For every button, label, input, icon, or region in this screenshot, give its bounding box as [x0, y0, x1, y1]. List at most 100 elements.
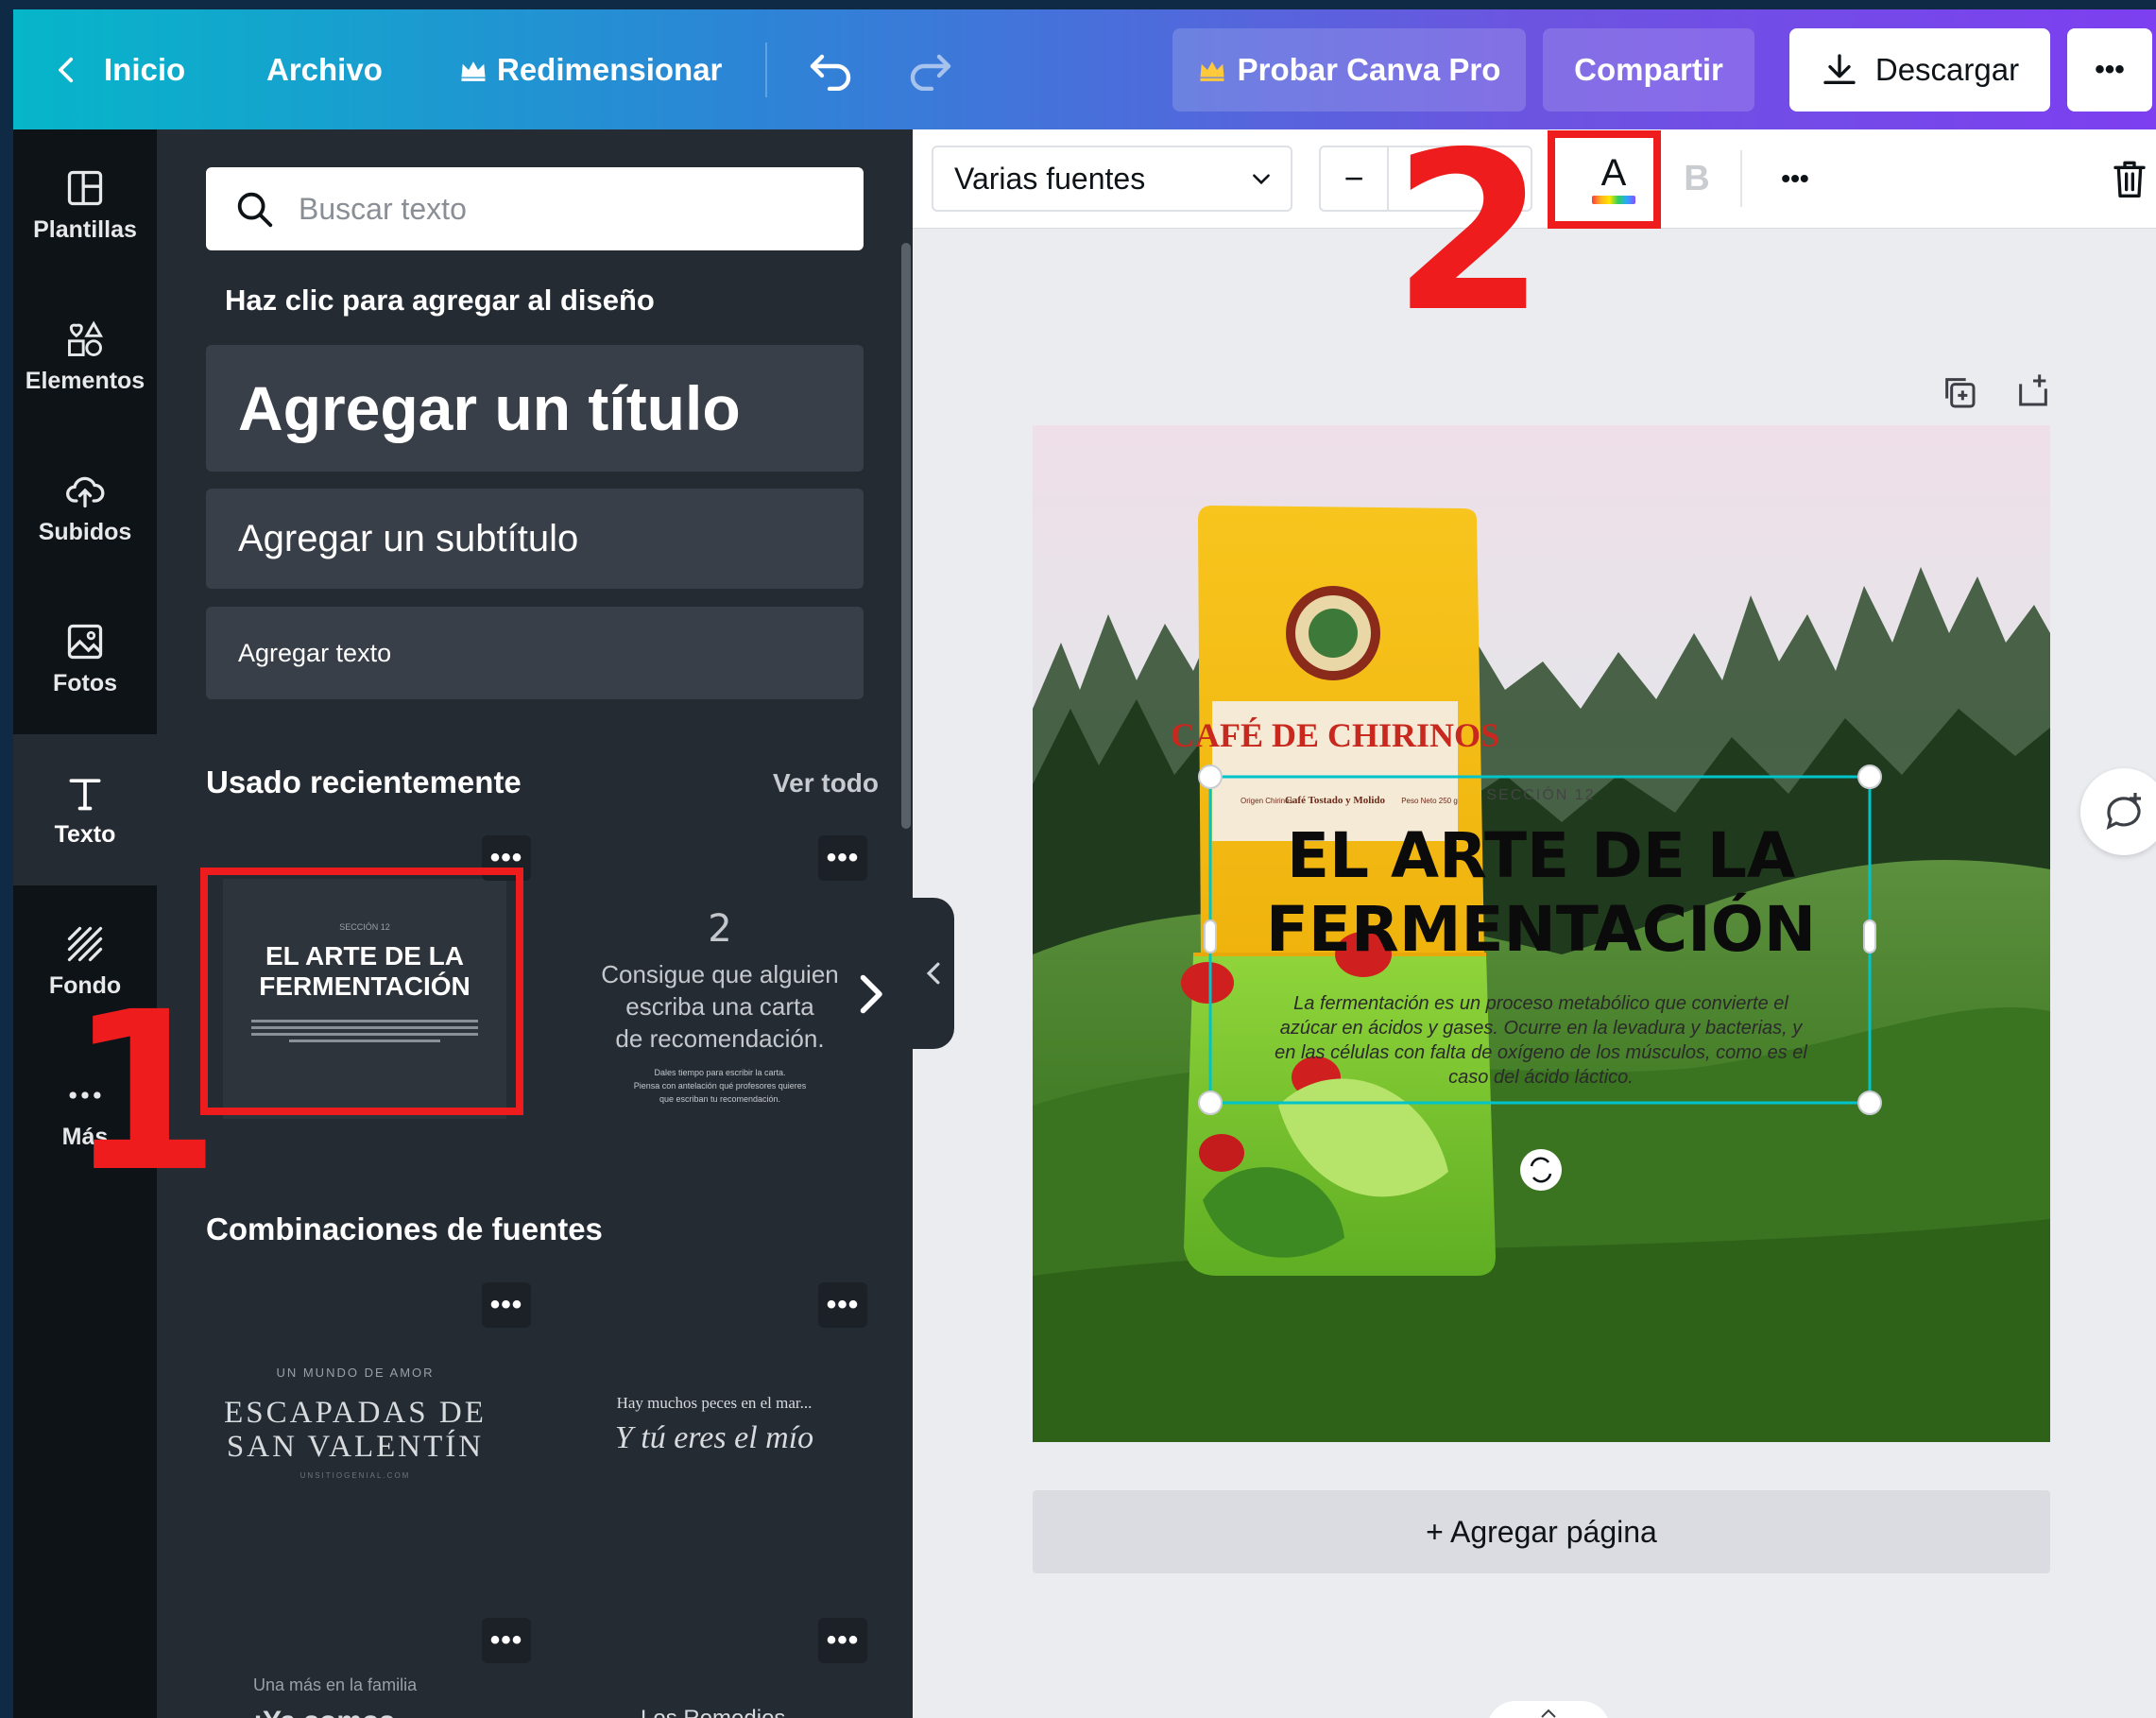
bag-sub-text: Peso Neto 250 g [1401, 797, 1458, 805]
template-small-line: Dales tiempo para escribir la carta. [654, 1068, 786, 1077]
see-all-link[interactable]: Ver todo [773, 768, 879, 799]
more-dots-icon: ••• [826, 842, 860, 873]
add-comment-button[interactable] [2080, 768, 2156, 855]
body-line: en las células con falta de oxígeno de l… [1275, 1042, 1807, 1063]
image-icon [67, 624, 103, 659]
file-menu[interactable]: Archivo [266, 9, 383, 129]
chevron-down-icon [1253, 174, 1270, 185]
download-label: Descargar [1874, 52, 2020, 87]
add-page-icon[interactable] [2014, 371, 2052, 409]
toolbar-divider [1740, 150, 1742, 207]
home-label: Inicio [104, 51, 186, 87]
headline-line-1: EL ARTE DE LA [1287, 819, 1795, 892]
side-handle[interactable] [1863, 919, 1876, 953]
side-handle[interactable] [1204, 919, 1217, 953]
combo-script-line[interactable]: Y tú eres el mío [563, 1420, 865, 1456]
combo-line[interactable]: ¡Ya somos... [253, 1706, 419, 1718]
template-number: 2 [708, 907, 732, 951]
more-options-button[interactable]: ••• [2067, 28, 2152, 112]
elements-icon [68, 320, 104, 356]
undo-icon [810, 54, 851, 91]
search-box[interactable] [206, 167, 864, 250]
undo-button[interactable] [807, 9, 856, 129]
resize-handle[interactable] [1857, 1091, 1882, 1115]
add-body-text-button[interactable]: Agregar texto [206, 607, 864, 699]
combo-title-line: SAN VALENTÍN [226, 1430, 485, 1464]
rail-item-text[interactable]: Texto [13, 734, 157, 885]
duplicate-page-icon[interactable] [1941, 373, 1978, 411]
comment-add-icon [2106, 793, 2141, 830]
notes-expand-handle[interactable] [1487, 1701, 1610, 1718]
share-button[interactable]: Compartir [1543, 28, 1754, 112]
bold-button[interactable]: B [1668, 145, 1725, 213]
resize-handle[interactable] [1857, 765, 1882, 789]
template-line: escriba una carta [625, 992, 814, 1021]
bag-sub-text: Café Tostado y Molido [1285, 795, 1386, 806]
panel-scrollbar[interactable] [901, 243, 911, 829]
combo-tile-more-button[interactable]: ••• [482, 1282, 531, 1328]
add-subheading-button[interactable]: Agregar un subtítulo [206, 489, 864, 589]
home-button[interactable]: Inicio [51, 9, 185, 129]
combo-kicker: UN MUNDO DE AMOR [276, 1366, 435, 1380]
bag-brand-text: CAFÉ DE CHIRINOS [1171, 716, 1499, 754]
top-bar: Inicio Archivo Redimensionar Probar Canv… [13, 9, 2156, 129]
resize-button[interactable]: Redimensionar [459, 9, 722, 129]
section-kicker-text: SECCIÓN 12 [1486, 785, 1595, 803]
collapse-panel-button[interactable] [913, 898, 954, 1049]
rotate-handle[interactable] [1520, 1149, 1562, 1191]
rail-item-elements[interactable]: Elementos [13, 281, 157, 432]
delete-button[interactable] [2103, 145, 2156, 213]
upload-cloud-icon [66, 476, 105, 507]
download-button[interactable]: Descargar [1789, 28, 2050, 112]
more-text-options-button[interactable]: ••• [1757, 145, 1833, 213]
canvas-artwork: CAFÉ DE CHIRINOS Origen Chirinos Café To… [1033, 425, 2050, 1442]
combo-line[interactable]: Hay muchos peces en el mar... [563, 1394, 865, 1413]
resize-handle[interactable] [1198, 1091, 1223, 1115]
design-canvas[interactable]: CAFÉ DE CHIRINOS Origen Chirinos Café To… [1033, 425, 2050, 1442]
annotation-box-recent-template [200, 868, 523, 1115]
redo-button[interactable] [905, 9, 954, 129]
headline-line-2: FERMENTACIÓN [1266, 893, 1816, 966]
text-icon [69, 778, 101, 810]
template-lines: Consigue que alguien escriba una carta d… [571, 958, 869, 1055]
file-label: Archivo [266, 51, 383, 87]
combo-tile-more-button[interactable]: ••• [818, 1282, 867, 1328]
try-pro-button[interactable]: Probar Canva Pro [1172, 28, 1526, 112]
combo-line[interactable]: Una más en la familia [253, 1675, 417, 1695]
annotation-number-one: 1 [68, 965, 221, 1220]
combo-tile-more-button[interactable]: ••• [482, 1618, 531, 1663]
template-line: Consigue que alguien [601, 960, 839, 988]
resize-label: Redimensionar [497, 51, 723, 87]
rail-item-templates[interactable]: Plantillas [13, 129, 157, 281]
add-heading-button[interactable]: Agregar un título [206, 345, 864, 472]
template-line: de recomendación. [615, 1024, 825, 1053]
recent-tile-more-button[interactable]: ••• [818, 835, 867, 881]
trash-icon [2113, 161, 2146, 198]
add-body-text-label: Agregar texto [238, 638, 392, 667]
recent-text-template-recommendation[interactable]: 2 Consigue que alguien escriba una carta… [571, 879, 869, 1119]
add-page-button[interactable]: + Agregar página [1033, 1490, 2050, 1573]
recent-heading: Usado recientemente [206, 765, 522, 799]
rail-item-uploads[interactable]: Subidos [13, 432, 157, 583]
rail-item-photos[interactable]: Fotos [13, 583, 157, 734]
combo-tile-more-button[interactable]: ••• [818, 1618, 867, 1663]
resize-handle[interactable] [1198, 765, 1223, 789]
click-hint: Haz clic para agregar al diseño [225, 283, 655, 317]
body-line: La fermentación es un proceso metabólico… [1293, 993, 1788, 1014]
template-small-lines: Dales tiempo para escribir la carta. Pie… [571, 1066, 869, 1106]
chevron-right-icon[interactable] [856, 971, 884, 1018]
search-icon [237, 192, 273, 228]
search-input[interactable] [297, 190, 830, 228]
font-combos-heading: Combinaciones de fuentes [206, 1211, 603, 1246]
rail-label: Elementos [25, 367, 145, 394]
combo-title: ESCAPADAS DE SAN VALENTÍN [204, 1396, 506, 1464]
background-pattern-icon [67, 926, 103, 961]
font-size-decrease-button[interactable]: − [1321, 147, 1389, 210]
rail-label: Texto [54, 820, 116, 848]
combo-line[interactable]: Los Remedios [641, 1706, 785, 1718]
body-line: azúcar en ácidos y gases. Ocurre en la l… [1280, 1018, 1804, 1039]
combo-title-line: ESCAPADAS DE [224, 1396, 487, 1430]
add-page-label: + Agregar página [1426, 1514, 1657, 1549]
more-dots-icon: ••• [489, 1289, 523, 1320]
font-family-select[interactable]: Varias fuentes [932, 146, 1292, 212]
